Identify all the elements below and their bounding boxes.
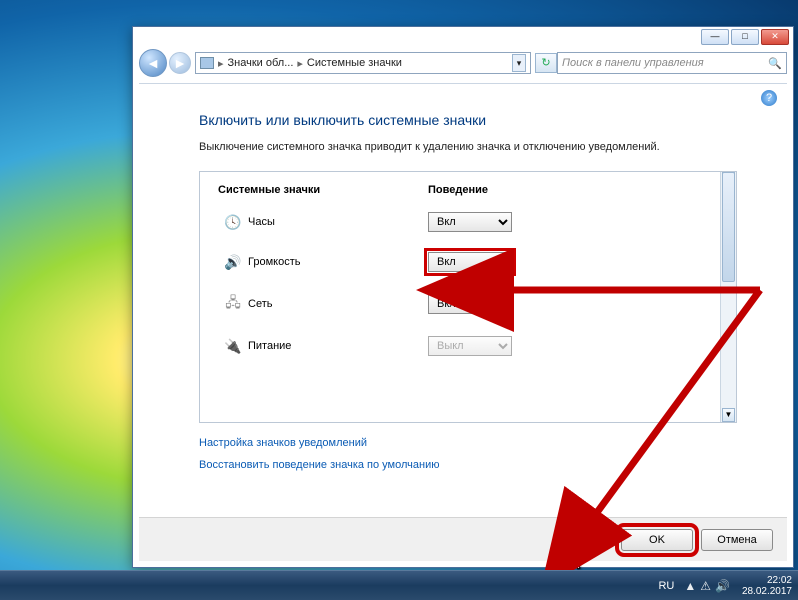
row-label: Часы bbox=[248, 216, 428, 228]
network-icon: 🖧 bbox=[218, 292, 248, 316]
row-power: 🔌 Питание Выкл bbox=[200, 326, 720, 366]
language-indicator[interactable]: RU bbox=[654, 580, 678, 592]
link-restore-defaults[interactable]: Восстановить поведение значка по умолчан… bbox=[199, 459, 737, 471]
link-customize-notifications[interactable]: Настройка значков уведомлений bbox=[199, 437, 737, 449]
search-icon[interactable]: 🔍 bbox=[768, 57, 782, 70]
refresh-button[interactable]: ↻ bbox=[535, 53, 557, 73]
tray-chevron-icon[interactable]: ▲ bbox=[684, 579, 696, 593]
volume-behavior-select[interactable]: Вкл bbox=[428, 252, 512, 272]
row-volume: 🔊 Громкость Вкл bbox=[200, 242, 720, 282]
nav-back-button[interactable]: ◄ bbox=[139, 49, 167, 77]
power-behavior-select: Выкл bbox=[428, 336, 512, 356]
computer-icon bbox=[200, 57, 214, 69]
row-label: Громкость bbox=[248, 256, 428, 268]
breadcrumb-sep-icon: ▸ bbox=[297, 57, 303, 70]
cancel-button[interactable]: Отмена bbox=[701, 529, 773, 551]
row-network: 🖧 Сеть Вкл bbox=[200, 282, 720, 326]
page-title: Включить или выключить системные значки bbox=[199, 112, 737, 128]
settings-panel: Системные значки Поведение 🕓 Часы Вкл 🔊 … bbox=[199, 171, 737, 423]
close-button[interactable]: ✕ bbox=[761, 29, 789, 45]
links-section: Настройка значков уведомлений Восстанови… bbox=[199, 423, 737, 471]
breadcrumb[interactable]: ▸ Значки обл... ▸ Системные значки ▾ bbox=[195, 52, 531, 74]
scrollbar[interactable]: ▲ ▼ bbox=[720, 172, 736, 422]
tray-network-icon[interactable]: ⚠ bbox=[700, 579, 711, 593]
window-body: ? Включить или выключить системные значк… bbox=[139, 83, 787, 561]
control-panel-window: — □ ✕ ◄ ► ▸ Значки обл... ▸ Системные зн… bbox=[132, 26, 794, 568]
taskbar[interactable]: RU ▲ ⚠ 🔊 22:02 28.02.2017 bbox=[0, 570, 798, 600]
dialog-footer: OK Отмена bbox=[139, 517, 787, 561]
search-placeholder: Поиск в панели управления bbox=[562, 57, 704, 69]
col-system-icons: Системные значки bbox=[218, 184, 428, 196]
network-behavior-select[interactable]: Вкл bbox=[428, 294, 512, 314]
minimize-button[interactable]: — bbox=[701, 29, 729, 45]
search-input[interactable]: Поиск в панели управления 🔍 bbox=[557, 52, 787, 74]
help-icon[interactable]: ? bbox=[761, 90, 777, 106]
breadcrumb-part[interactable]: Значки обл... bbox=[228, 57, 294, 69]
row-label: Сеть bbox=[248, 298, 428, 310]
nav-forward-button[interactable]: ► bbox=[169, 52, 191, 74]
clock-icon: 🕓 bbox=[218, 214, 248, 231]
breadcrumb-sep-icon: ▸ bbox=[218, 57, 224, 70]
row-clock: 🕓 Часы Вкл bbox=[200, 202, 720, 242]
explorer-toolbar: ◄ ► ▸ Значки обл... ▸ Системные значки ▾… bbox=[139, 47, 787, 79]
breadcrumb-dropdown-icon[interactable]: ▾ bbox=[512, 54, 526, 72]
volume-icon: 🔊 bbox=[218, 254, 248, 271]
taskbar-clock[interactable]: 22:02 28.02.2017 bbox=[736, 575, 792, 597]
scroll-down-icon[interactable]: ▼ bbox=[722, 408, 735, 422]
clock-time: 22:02 bbox=[742, 575, 792, 586]
ok-button[interactable]: OK bbox=[621, 529, 693, 551]
power-icon: 🔌 bbox=[218, 338, 248, 355]
table-header: Системные значки Поведение bbox=[200, 172, 720, 202]
clock-behavior-select[interactable]: Вкл bbox=[428, 212, 512, 232]
scroll-thumb[interactable] bbox=[722, 172, 735, 282]
tray-volume-icon[interactable]: 🔊 bbox=[715, 579, 730, 593]
window-title-buttons: — □ ✕ bbox=[697, 27, 793, 47]
breadcrumb-part[interactable]: Системные значки bbox=[307, 57, 402, 69]
system-tray[interactable]: ▲ ⚠ 🔊 bbox=[684, 579, 730, 593]
row-label: Питание bbox=[248, 340, 428, 352]
page-description: Выключение системного значка приводит к … bbox=[199, 140, 737, 155]
maximize-button[interactable]: □ bbox=[731, 29, 759, 45]
clock-date: 28.02.2017 bbox=[742, 586, 792, 597]
col-behavior: Поведение bbox=[428, 184, 488, 196]
